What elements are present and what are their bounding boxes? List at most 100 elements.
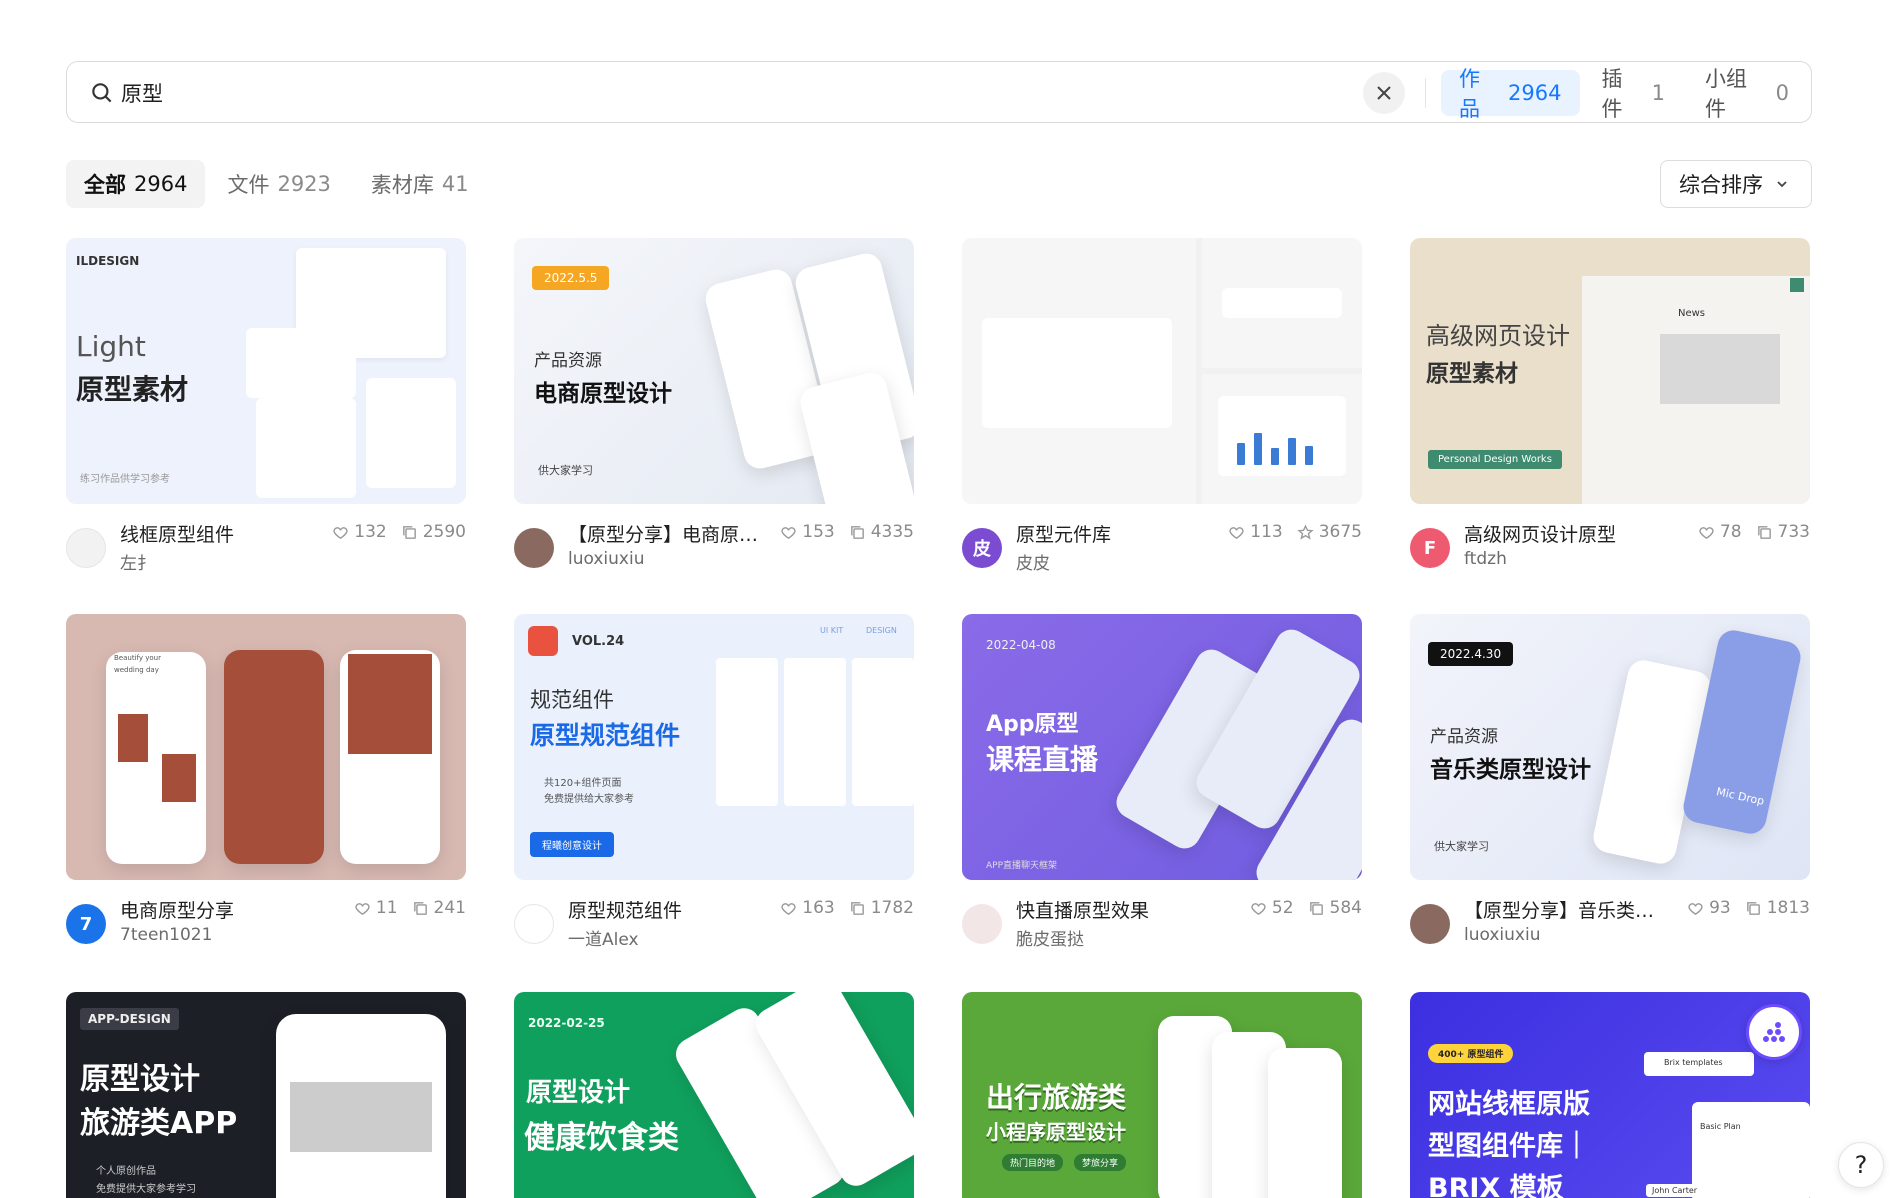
card-stats: 52 584 xyxy=(1250,898,1362,918)
heart-icon xyxy=(781,526,796,539)
mockup-image xyxy=(348,654,432,754)
duplicate-icon xyxy=(850,525,864,539)
card-thumbnail[interactable]: 2022-04-08 App原型 课程直播 APP直播聊天框架 xyxy=(962,614,1362,880)
help-button[interactable]: ? xyxy=(1838,1142,1884,1188)
card-thumbnail[interactable]: APP-DESIGN 原型设计 旅游类APP 个人原创作品 免费提供大家参考学习 xyxy=(66,992,466,1198)
result-card[interactable]: 2022-02-25 原型设计 健康饮食类 xyxy=(514,992,914,1198)
mockup-image xyxy=(162,754,196,802)
card-author[interactable]: ftdzh xyxy=(1464,549,1507,569)
search-icon xyxy=(92,83,112,103)
card-author[interactable]: 皮皮 xyxy=(1016,549,1050,574)
card-thumbnail[interactable]: VOL.24 UI KIT DESIGN 规范组件 原型规范组件 共120+组件… xyxy=(514,614,914,880)
mockup-screen xyxy=(852,658,914,806)
avatar[interactable]: 皮 xyxy=(962,528,1002,568)
search-input[interactable] xyxy=(121,74,1321,112)
card-title[interactable]: 电商原型分享 xyxy=(120,896,325,923)
search-bar: 作品2964 插件1 小组件0 xyxy=(66,61,1812,123)
card-title[interactable]: 原型规范组件 xyxy=(568,896,773,923)
duplicate-icon xyxy=(402,525,416,539)
avatar[interactable] xyxy=(514,528,554,568)
chart-bar xyxy=(1288,438,1296,465)
heart-icon xyxy=(1251,902,1266,915)
chart-bar xyxy=(1237,443,1245,465)
card-thumbnail[interactable]: 2022.5.5 产品资源 电商原型设计 供大家学习 xyxy=(514,238,914,504)
card-stats: 153 4335 xyxy=(780,522,914,542)
filter-libraries[interactable]: 素材库 41 xyxy=(353,160,487,208)
mockup-image xyxy=(290,1082,432,1152)
result-card[interactable]: 2022-04-08 App原型 课程直播 APP直播聊天框架 快直播原型效果 … xyxy=(962,614,1362,950)
card-title[interactable]: 高级网页设计原型 xyxy=(1464,520,1669,547)
mockup-block xyxy=(366,378,456,488)
close-icon xyxy=(1377,86,1391,100)
card-stats: 163 1782 xyxy=(780,898,914,918)
card-title[interactable]: 【原型分享】音乐类原型设计 xyxy=(1464,896,1669,923)
quick-actions-button[interactable] xyxy=(1746,1004,1802,1060)
heart-icon xyxy=(333,526,348,539)
tab-widgets[interactable]: 小组件 0 xyxy=(1687,67,1807,121)
card-meta: 皮 原型元件库 皮皮 113 3675 xyxy=(962,504,1362,574)
result-card[interactable]: Beautify your wedding day 7 电商原型分享 7teen… xyxy=(66,614,466,950)
result-card[interactable]: 2022.4.30 产品资源 音乐类原型设计 供大家学习 Mic Drop 【原… xyxy=(1410,614,1810,950)
card-author[interactable]: 脆皮蛋挞 xyxy=(1016,925,1084,950)
avatar[interactable]: 7 xyxy=(66,904,106,944)
avatar[interactable] xyxy=(66,528,106,568)
card-author[interactable]: 7teen1021 xyxy=(120,925,212,945)
mockup-accent xyxy=(1790,278,1804,292)
card-title[interactable]: 【原型分享】电商原型设计 xyxy=(568,520,773,547)
chart-bar xyxy=(1305,446,1313,465)
card-thumbnail[interactable]: ILDESIGN Light 原型素材 练习作品供学习参考 xyxy=(66,238,466,504)
chevron-down-icon xyxy=(1777,181,1787,188)
card-author[interactable]: 一道Alex xyxy=(568,925,639,950)
card-stats: 11 241 xyxy=(354,898,466,918)
card-thumbnail[interactable]: 出行旅游类 小程序原型设计 热门目的地 梦旅分享 xyxy=(962,992,1362,1198)
divider xyxy=(1425,78,1426,108)
card-thumbnail[interactable] xyxy=(962,238,1362,504)
tab-works[interactable]: 作品 2964 xyxy=(1441,67,1580,121)
result-card[interactable]: 皮 原型元件库 皮皮 113 3675 xyxy=(962,238,1362,574)
duplicate-icon xyxy=(850,901,864,915)
card-thumbnail[interactable]: 2022.4.30 产品资源 音乐类原型设计 供大家学习 Mic Drop xyxy=(1410,614,1810,880)
mockup-image xyxy=(1660,334,1780,404)
card-meta: 快直播原型效果 脆皮蛋挞 52 584 xyxy=(962,880,1362,950)
filter-files[interactable]: 文件 2923 xyxy=(209,160,348,208)
mockup-card xyxy=(1692,1102,1810,1198)
brand-logo xyxy=(528,626,558,656)
result-card[interactable]: 出行旅游类 小程序原型设计 热门目的地 梦旅分享 xyxy=(962,992,1362,1198)
card-meta: 7 电商原型分享 7teen1021 11 241 xyxy=(66,880,466,950)
dots-grid-icon xyxy=(1763,1022,1785,1042)
mockup-image xyxy=(118,714,148,762)
avatar[interactable]: F xyxy=(1410,528,1450,568)
card-title[interactable]: 线框原型组件 xyxy=(120,520,325,547)
card-stats: 132 2590 xyxy=(332,522,466,542)
heart-icon xyxy=(355,902,370,915)
card-meta: 原型规范组件 一道Alex 163 1782 xyxy=(514,880,914,950)
avatar[interactable] xyxy=(1410,904,1450,944)
duplicate-icon xyxy=(413,901,427,915)
result-card[interactable]: ILDESIGN Light 原型素材 练习作品供学习参考 线框原型组件 左扌 … xyxy=(66,238,466,574)
heart-icon xyxy=(781,902,796,915)
result-card[interactable]: VOL.24 UI KIT DESIGN 规范组件 原型规范组件 共120+组件… xyxy=(514,614,914,950)
card-thumbnail[interactable]: 高级网页设计 原型素材 Personal Design Works News xyxy=(1410,238,1810,504)
card-title[interactable]: 快直播原型效果 xyxy=(1016,896,1221,923)
card-author[interactable]: 左扌 xyxy=(120,549,154,574)
card-thumbnail[interactable]: Beautify your wedding day xyxy=(66,614,466,880)
card-thumbnail[interactable]: 2022-02-25 原型设计 健康饮食类 xyxy=(514,992,914,1198)
clear-search-button[interactable] xyxy=(1363,72,1405,114)
chart-bar xyxy=(1271,448,1279,465)
result-card[interactable]: APP-DESIGN 原型设计 旅游类APP 个人原创作品 免费提供大家参考学习 xyxy=(66,992,466,1198)
sort-select[interactable]: 综合排序 xyxy=(1660,160,1812,208)
tab-plugins[interactable]: 插件 1 xyxy=(1584,67,1684,121)
filter-all[interactable]: 全部 2964 xyxy=(66,160,206,208)
card-author[interactable]: luoxiuxiu xyxy=(568,549,645,569)
result-card[interactable]: 高级网页设计 原型素材 Personal Design Works News F… xyxy=(1410,238,1810,574)
card-stats: 113 3675 xyxy=(1228,522,1362,542)
mockup-phone xyxy=(224,650,324,864)
result-card[interactable]: 2022.5.5 产品资源 电商原型设计 供大家学习 【原型分享】电商原型设计 … xyxy=(514,238,914,574)
card-title[interactable]: 原型元件库 xyxy=(1016,520,1221,547)
card-stats: 78 733 xyxy=(1698,522,1810,542)
avatar[interactable] xyxy=(962,904,1002,944)
card-author[interactable]: luoxiuxiu xyxy=(1464,925,1541,945)
mockup-phone xyxy=(1268,1048,1342,1198)
avatar[interactable] xyxy=(514,904,554,944)
star-icon xyxy=(1297,523,1314,540)
